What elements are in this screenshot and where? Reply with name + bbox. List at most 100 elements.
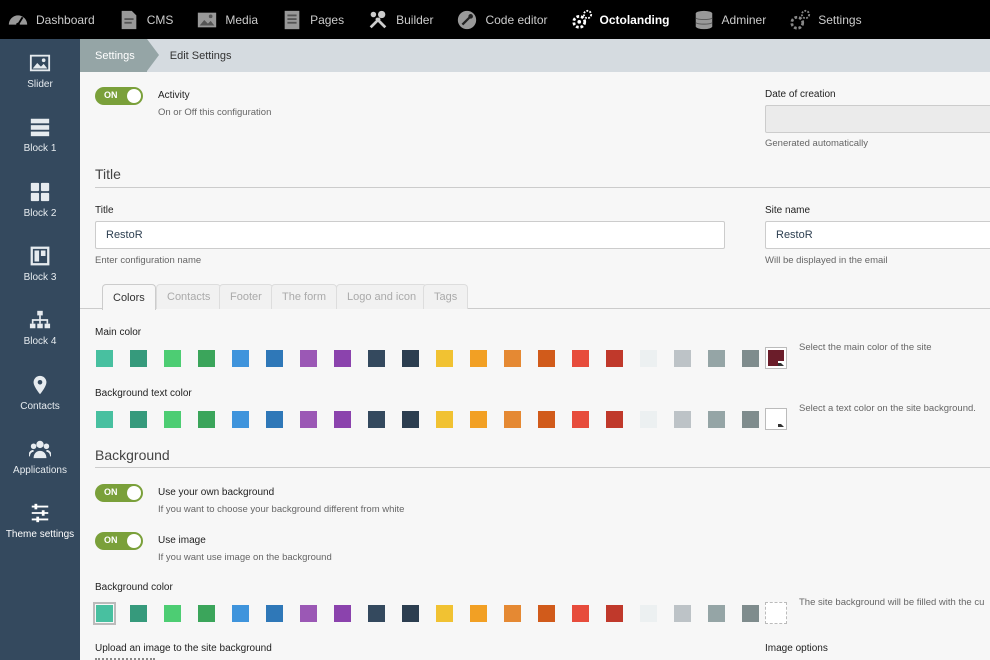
color-swatch[interactable] bbox=[538, 411, 555, 428]
color-swatch[interactable] bbox=[708, 605, 725, 622]
main-color-picker[interactable] bbox=[765, 347, 787, 369]
color-swatch[interactable] bbox=[130, 350, 147, 367]
code-editor-icon bbox=[455, 8, 479, 32]
color-swatch[interactable] bbox=[198, 350, 215, 367]
color-swatch[interactable] bbox=[164, 350, 181, 367]
date-of-creation-label: Date of creation bbox=[765, 89, 836, 100]
color-swatch[interactable] bbox=[640, 411, 657, 428]
color-swatch[interactable] bbox=[402, 605, 419, 622]
tab-tags[interactable]: Tags bbox=[423, 284, 469, 309]
topnav-settings[interactable]: Settings bbox=[788, 0, 862, 39]
color-swatch[interactable] bbox=[606, 605, 623, 622]
topnav-adminer[interactable]: Adminer bbox=[692, 0, 766, 39]
color-swatch[interactable] bbox=[640, 605, 657, 622]
color-swatch[interactable] bbox=[572, 605, 589, 622]
topnav-cms[interactable]: CMS bbox=[117, 0, 173, 39]
color-swatch[interactable] bbox=[470, 605, 487, 622]
sidebar-item-slider[interactable]: Slider bbox=[0, 39, 80, 103]
color-swatch[interactable] bbox=[368, 411, 385, 428]
sidebar-item-theme-settings[interactable]: Theme settings bbox=[0, 489, 80, 553]
color-swatch[interactable] bbox=[606, 350, 623, 367]
topnav-pages[interactable]: Pages bbox=[280, 0, 344, 39]
color-swatch[interactable] bbox=[130, 605, 147, 622]
sidebar-item-block-2[interactable]: Block 2 bbox=[0, 168, 80, 232]
octolanding-icon bbox=[570, 8, 594, 32]
rows-icon bbox=[30, 119, 50, 137]
color-swatch[interactable] bbox=[266, 350, 283, 367]
title-input[interactable]: RestoR bbox=[95, 221, 725, 249]
color-swatch[interactable] bbox=[470, 350, 487, 367]
color-swatch[interactable] bbox=[334, 605, 351, 622]
sidebar-item-block-1[interactable]: Block 1 bbox=[0, 103, 80, 167]
activity-hint: On or Off this configuration bbox=[158, 107, 272, 118]
color-swatch[interactable] bbox=[164, 411, 181, 428]
topnav-code-editor[interactable]: Code editor bbox=[455, 0, 548, 39]
color-swatch[interactable] bbox=[674, 350, 691, 367]
bg-text-color-picker[interactable] bbox=[765, 408, 787, 430]
sidebar-item-contacts[interactable]: Contacts bbox=[0, 360, 80, 424]
color-swatch[interactable] bbox=[606, 411, 623, 428]
topnav-dashboard[interactable]: Dashboard bbox=[6, 0, 95, 39]
color-swatch[interactable] bbox=[96, 350, 113, 367]
color-swatch[interactable] bbox=[368, 605, 385, 622]
color-swatch[interactable] bbox=[436, 411, 453, 428]
site-name-input[interactable]: RestoR bbox=[765, 221, 990, 249]
color-swatch[interactable] bbox=[232, 605, 249, 622]
color-swatch[interactable] bbox=[708, 411, 725, 428]
sidebar-item-block-4[interactable]: Block 4 bbox=[0, 296, 80, 360]
color-swatch[interactable] bbox=[538, 605, 555, 622]
color-swatch[interactable] bbox=[402, 411, 419, 428]
color-swatch[interactable] bbox=[538, 350, 555, 367]
tab-logo-and-icon[interactable]: Logo and icon bbox=[336, 284, 428, 309]
tab-the-form[interactable]: The form bbox=[271, 284, 338, 309]
color-swatch[interactable] bbox=[742, 411, 759, 428]
color-swatch[interactable] bbox=[742, 605, 759, 622]
color-swatch[interactable] bbox=[572, 411, 589, 428]
use-image-toggle[interactable]: ON bbox=[95, 532, 143, 550]
color-swatch[interactable] bbox=[130, 411, 147, 428]
topnav-media[interactable]: Media bbox=[195, 0, 258, 39]
color-swatch[interactable] bbox=[572, 350, 589, 367]
color-swatch[interactable] bbox=[674, 605, 691, 622]
color-swatch[interactable] bbox=[504, 605, 521, 622]
color-swatch[interactable] bbox=[640, 350, 657, 367]
tab-contacts[interactable]: Contacts bbox=[156, 284, 222, 309]
sidebar-item-applications[interactable]: Applications bbox=[0, 425, 80, 489]
color-swatch[interactable] bbox=[436, 350, 453, 367]
topnav-builder[interactable]: Builder bbox=[366, 0, 433, 39]
color-swatch[interactable] bbox=[300, 411, 317, 428]
breadcrumb-settings[interactable]: Settings bbox=[80, 39, 159, 72]
main-content: Settings Edit Settings ON Activity On or… bbox=[80, 39, 990, 660]
color-swatch[interactable] bbox=[300, 605, 317, 622]
color-swatch[interactable] bbox=[232, 411, 249, 428]
color-swatch[interactable] bbox=[368, 350, 385, 367]
color-swatch[interactable] bbox=[334, 411, 351, 428]
sidebar-item-block-3[interactable]: Block 3 bbox=[0, 232, 80, 296]
color-swatch[interactable] bbox=[742, 350, 759, 367]
color-swatch[interactable] bbox=[266, 411, 283, 428]
color-swatch[interactable] bbox=[504, 411, 521, 428]
color-swatch[interactable] bbox=[402, 350, 419, 367]
color-swatch[interactable] bbox=[300, 350, 317, 367]
color-swatch[interactable] bbox=[266, 605, 283, 622]
color-swatch[interactable] bbox=[232, 350, 249, 367]
activity-toggle[interactable]: ON bbox=[95, 87, 143, 105]
color-swatch[interactable] bbox=[164, 605, 181, 622]
own-background-toggle[interactable]: ON bbox=[95, 484, 143, 502]
color-swatch[interactable] bbox=[198, 605, 215, 622]
tab-footer[interactable]: Footer bbox=[219, 284, 273, 309]
color-swatch[interactable] bbox=[470, 411, 487, 428]
color-swatch[interactable] bbox=[436, 605, 453, 622]
tab-colors[interactable]: Colors bbox=[102, 284, 156, 310]
main-color-palette bbox=[96, 350, 776, 367]
topnav-octolanding[interactable]: Octolanding bbox=[570, 0, 670, 39]
color-swatch[interactable] bbox=[334, 350, 351, 367]
color-swatch[interactable] bbox=[674, 411, 691, 428]
map-marker-icon bbox=[33, 375, 47, 394]
color-swatch[interactable] bbox=[504, 350, 521, 367]
color-swatch[interactable] bbox=[93, 602, 116, 625]
color-swatch[interactable] bbox=[198, 411, 215, 428]
color-swatch[interactable] bbox=[96, 411, 113, 428]
color-swatch[interactable] bbox=[708, 350, 725, 367]
bg-color-picker[interactable] bbox=[765, 602, 787, 624]
